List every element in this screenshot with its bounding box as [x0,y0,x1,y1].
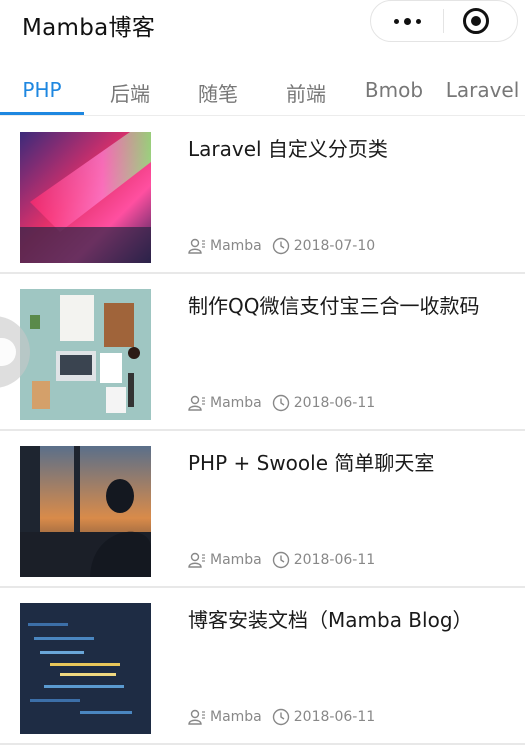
tab-frontend[interactable]: 前端 [264,78,348,108]
article-item[interactable]: 博客安装文档（Mamba Blog） Mamba 2018-06-11 [0,588,525,745]
mini-program-capsule [370,0,518,42]
article-thumbnail [20,446,151,577]
author-icon [188,238,205,254]
active-tab-indicator [0,112,84,115]
article-item[interactable]: PHP + Swoole 简单聊天室 Mamba 2018-06-11 [0,431,525,588]
article-thumbnail [20,132,151,263]
article-meta: Mamba 2018-06-11 [188,393,375,413]
article-thumbnail [20,289,151,420]
article-author: Mamba [210,552,262,568]
article-date: 2018-06-11 [293,552,376,568]
category-tabs: PHP 后端 随笔 前端 Bmob Laravel [0,70,525,116]
tab-php[interactable]: PHP [0,78,84,108]
article-meta: Mamba 2018-06-11 [188,550,375,570]
article-meta: Mamba 2018-07-10 [188,236,375,256]
more-dots-icon[interactable] [371,1,443,41]
clock-icon [272,551,289,569]
tab-backend[interactable]: 后端 [88,78,172,108]
article-author: Mamba [210,709,262,725]
article-author: Mamba [210,395,262,411]
author-icon [188,395,205,411]
article-title[interactable]: PHP + Swoole 简单聊天室 [188,448,488,479]
article-title[interactable]: Laravel 自定义分页类 [188,134,488,165]
article-date: 2018-07-10 [293,238,376,254]
capsule-divider [443,9,444,33]
app-title: Mamba博客 [22,15,156,41]
article-title[interactable]: 博客安装文档（Mamba Blog） [188,605,488,636]
target-close-icon[interactable] [463,8,489,34]
article-author: Mamba [210,238,262,254]
author-icon [188,552,205,568]
article-item[interactable]: Laravel 自定义分页类 Mamba 2018-07-10 [0,117,525,274]
article-meta: Mamba 2018-06-11 [188,707,375,727]
clock-icon [272,708,289,726]
article-date: 2018-06-11 [293,395,376,411]
clock-icon [272,237,289,255]
clock-icon [272,394,289,412]
author-icon [188,709,205,725]
top-bar: Mamba博客 [0,0,525,58]
tab-laravel[interactable]: Laravel [440,78,525,108]
article-item[interactable]: 制作QQ微信支付宝三合一收款码 Mamba 2018-06-11 [0,274,525,431]
article-title[interactable]: 制作QQ微信支付宝三合一收款码 [188,291,488,322]
tab-notes[interactable]: 随笔 [176,78,260,108]
article-thumbnail [20,603,151,734]
tab-bmob[interactable]: Bmob [352,78,436,108]
article-date: 2018-06-11 [293,709,376,725]
